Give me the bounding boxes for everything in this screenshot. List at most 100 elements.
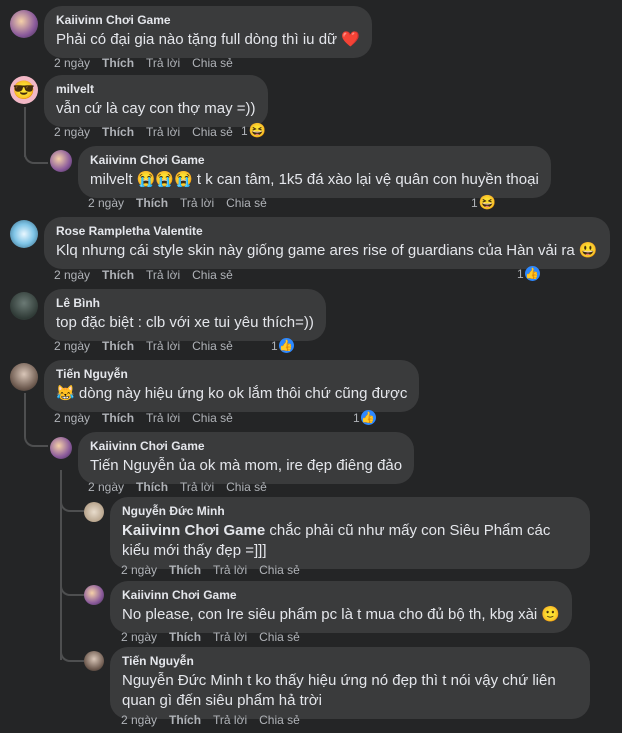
- reply-button[interactable]: Trả lời: [213, 563, 247, 577]
- reply-button[interactable]: Trả lời: [146, 125, 180, 139]
- comment-bubble: Kaiivinn Chơi Game Phải có đại gia nào t…: [44, 6, 372, 58]
- reply-button[interactable]: Trả lời: [146, 339, 180, 353]
- like-button[interactable]: Thích: [169, 713, 201, 727]
- mention-link[interactable]: milvelt: [90, 171, 133, 188]
- reaction-count[interactable]: 1 👍: [517, 266, 540, 281]
- comment-bubble: Rose Rampletha Valentite Klq nhưng cái s…: [44, 217, 610, 269]
- reply-button[interactable]: Trả lời: [213, 713, 247, 727]
- comment-author[interactable]: Kaiivinn Chơi Game: [90, 439, 402, 454]
- reply-button[interactable]: Trả lời: [180, 480, 214, 494]
- thread-curve: [24, 140, 48, 164]
- avatar[interactable]: [10, 10, 38, 38]
- like-button[interactable]: Thích: [102, 339, 134, 353]
- thread-curve: [60, 494, 84, 512]
- comment-actions: 2 ngày Thích Trả lời Chia sẻ: [121, 563, 312, 577]
- share-button[interactable]: Chia sẻ: [192, 125, 233, 139]
- comment-bubble: Kaiivinn Chơi Game Tiến Nguyễn ủa ok mà …: [78, 432, 415, 484]
- like-button[interactable]: Thích: [136, 480, 168, 494]
- like-button[interactable]: Thích: [169, 630, 201, 644]
- avatar[interactable]: 😎: [10, 76, 38, 104]
- share-button[interactable]: Chia sẻ: [192, 268, 233, 282]
- comment-text: No please, con Ire siêu phẩm pc là t mua…: [122, 605, 560, 625]
- comment-actions: 2 ngày Thích Trả lời Chia sẻ: [88, 480, 279, 494]
- share-button[interactable]: Chia sẻ: [259, 563, 300, 577]
- like-button[interactable]: Thích: [102, 56, 134, 70]
- smile-emoji-icon: 😃: [578, 242, 598, 259]
- reply-button[interactable]: Trả lời: [180, 196, 214, 210]
- comment-bubble: Kaiivinn Chơi Game No please, con Ire si…: [110, 581, 573, 633]
- comment-author[interactable]: Tiến Nguyễn: [56, 367, 407, 382]
- reaction-count[interactable]: 1 👍: [353, 410, 376, 425]
- cat-emoji-icon: 😹: [56, 385, 75, 402]
- timestamp[interactable]: 2 ngày: [54, 411, 90, 425]
- comment-text: Kaiivinn Chơi Game chắc phải cũ như mấy …: [122, 521, 578, 561]
- timestamp[interactable]: 2 ngày: [88, 196, 124, 210]
- comment-body: No please, con Ire siêu phẩm pc là t mua…: [122, 606, 538, 623]
- timestamp[interactable]: 2 ngày: [121, 630, 157, 644]
- share-button[interactable]: Chia sẻ: [192, 56, 233, 70]
- thread-curve: [24, 425, 48, 447]
- smile-emoji-icon: 🙂: [541, 606, 561, 623]
- reaction-count[interactable]: 1 😆: [471, 194, 496, 211]
- comment-author[interactable]: milvelt: [56, 82, 256, 97]
- timestamp[interactable]: 2 ngày: [54, 56, 90, 70]
- avatar[interactable]: [50, 150, 72, 172]
- reply-button[interactable]: Trả lời: [146, 268, 180, 282]
- like-button[interactable]: Thích: [102, 268, 134, 282]
- comment-text: Nguyễn Đức Minh t ko thấy hiệu ứng nó đẹ…: [122, 672, 556, 709]
- avatar[interactable]: [84, 585, 104, 605]
- comment-author[interactable]: Kaiivinn Chơi Game: [122, 588, 560, 603]
- timestamp[interactable]: 2 ngày: [54, 268, 90, 282]
- haha-reaction-icon: 😆: [248, 122, 267, 138]
- timestamp[interactable]: 2 ngày: [88, 480, 124, 494]
- comment-text: 😹 dòng này hiệu ứng ko ok lắm thôi chứ c…: [56, 384, 407, 404]
- comment-bubble: milvelt vẫn cứ là cay con thợ may =)): [44, 75, 268, 127]
- avatar[interactable]: [50, 437, 72, 459]
- comment-text: Phải có đại gia nào tặng full dòng thì i…: [56, 30, 360, 50]
- like-reaction-icon: 👍: [278, 338, 294, 353]
- comment-author[interactable]: Nguyễn Đức Minh: [122, 504, 578, 519]
- avatar[interactable]: [10, 220, 38, 248]
- comment-bubble: Tiến Nguyễn Nguyễn Đức Minh t ko thấy hi…: [110, 647, 590, 719]
- share-button[interactable]: Chia sẻ: [259, 630, 300, 644]
- like-button[interactable]: Thích: [169, 563, 201, 577]
- reaction-count[interactable]: 1 😆: [241, 122, 266, 139]
- avatar[interactable]: [10, 292, 38, 320]
- reply-button[interactable]: Trả lời: [213, 630, 247, 644]
- share-button[interactable]: Chia sẻ: [259, 713, 300, 727]
- comment-author[interactable]: Kaiivinn Chơi Game: [90, 153, 539, 168]
- comment-actions: 2 ngày Thích Trả lời Chia sẻ: [54, 56, 245, 70]
- avatar[interactable]: [10, 363, 38, 391]
- share-button[interactable]: Chia sẻ: [192, 411, 233, 425]
- like-button[interactable]: Thích: [102, 411, 134, 425]
- timestamp[interactable]: 2 ngày: [54, 339, 90, 353]
- comment-author[interactable]: Rose Rampletha Valentite: [56, 224, 598, 239]
- comment-bubble: Lê Bình top đặc biệt : clb với xe tui yê…: [44, 289, 326, 341]
- comment-actions: 2 ngày Thích Trả lời Chia sẻ: [121, 713, 312, 727]
- avatar[interactable]: [84, 651, 104, 671]
- share-button[interactable]: Chia sẻ: [226, 196, 267, 210]
- reaction-count[interactable]: 1 👍: [271, 338, 294, 353]
- comment-actions: 2 ngày Thích Trả lời Chia sẻ: [88, 196, 279, 210]
- timestamp[interactable]: 2 ngày: [121, 713, 157, 727]
- comment-text: milvelt 😭😭😭 t k can tâm, 1k5 đá xào lại …: [90, 170, 539, 190]
- comment-author[interactable]: Lê Bình: [56, 296, 314, 311]
- reaction-number: 1: [471, 195, 478, 210]
- like-button[interactable]: Thích: [102, 125, 134, 139]
- comment-actions: 2 ngày Thích Trả lời Chia sẻ: [54, 339, 245, 353]
- reply-button[interactable]: Trả lời: [146, 411, 180, 425]
- mention-link[interactable]: Kaiivinn Chơi Game: [122, 522, 265, 539]
- heart-emoji-icon: ❤️: [341, 31, 360, 48]
- thread-curve: [60, 644, 84, 662]
- like-button[interactable]: Thích: [136, 196, 168, 210]
- comment-body: Klq nhưng cái style skin này giống game …: [56, 242, 575, 259]
- reply-button[interactable]: Trả lời: [146, 56, 180, 70]
- avatar[interactable]: [84, 502, 104, 522]
- share-button[interactable]: Chia sẻ: [192, 339, 233, 353]
- share-button[interactable]: Chia sẻ: [226, 480, 267, 494]
- comment-author[interactable]: Tiến Nguyễn: [122, 654, 578, 669]
- timestamp[interactable]: 2 ngày: [54, 125, 90, 139]
- timestamp[interactable]: 2 ngày: [121, 563, 157, 577]
- comment-author[interactable]: Kaiivinn Chơi Game: [56, 13, 360, 28]
- crying-emoji-icon: 😭😭😭: [136, 171, 193, 188]
